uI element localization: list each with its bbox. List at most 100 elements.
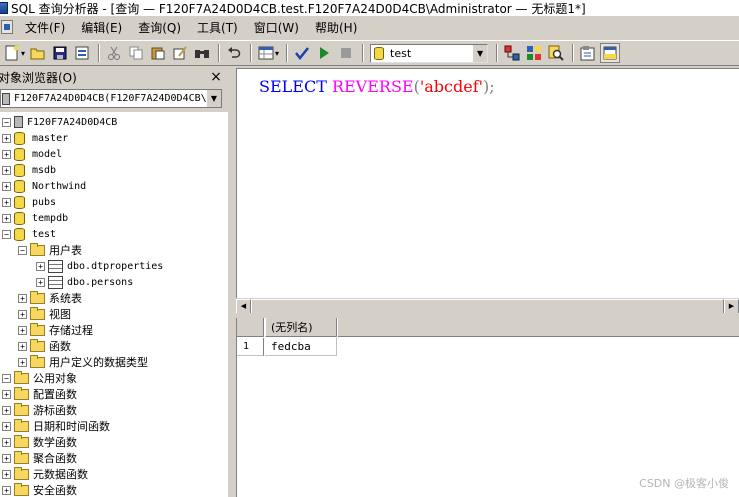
cut-icon[interactable] xyxy=(104,43,124,63)
server-icon xyxy=(14,116,23,128)
tree-server[interactable]: − F120F7A24D0D4CB xyxy=(2,114,117,130)
expand-icon[interactable]: + xyxy=(2,421,11,431)
result-cell[interactable]: fedcba xyxy=(265,338,337,356)
find-icon[interactable] xyxy=(192,43,212,63)
menu-query[interactable]: 查询(Q) xyxy=(130,19,189,36)
expand-icon[interactable]: + xyxy=(2,181,11,191)
menu-file[interactable]: 文件(F) xyxy=(17,19,73,36)
tree-table-dtproperties[interactable]: + dbo.dtproperties xyxy=(36,258,163,274)
expand-icon[interactable]: + xyxy=(2,453,11,463)
expand-icon[interactable]: + xyxy=(18,341,27,351)
menu-tools[interactable]: 工具(T) xyxy=(189,19,246,36)
menu-window[interactable]: 窗口(W) xyxy=(246,19,307,36)
chevron-down-icon[interactable]: ▼ xyxy=(207,90,221,107)
parse-icon[interactable] xyxy=(292,43,312,63)
expand-icon[interactable]: + xyxy=(18,309,27,319)
tree-folder-config-functions[interactable]: + 配置函数 xyxy=(2,386,77,402)
expand-icon[interactable]: + xyxy=(2,165,11,175)
expand-icon[interactable]: + xyxy=(18,293,27,303)
scrollbar-thumb[interactable] xyxy=(251,298,724,314)
results-grid[interactable]: (无列名) 1 fedcba xyxy=(236,318,739,497)
tree-folder-views[interactable]: + 视图 xyxy=(18,306,71,322)
object-search-icon[interactable] xyxy=(524,43,544,63)
results-mode-icon[interactable] xyxy=(256,43,276,63)
expand-icon[interactable]: + xyxy=(2,469,11,479)
collapse-icon[interactable]: − xyxy=(2,117,11,127)
column-header[interactable]: (无列名) xyxy=(265,318,337,337)
object-browser-icon[interactable] xyxy=(502,43,522,63)
paste-icon[interactable] xyxy=(148,43,168,63)
new-query-dropdown-icon[interactable]: ▾ xyxy=(21,49,25,58)
tree-db-tempdb[interactable]: + tempdb xyxy=(2,210,68,226)
menu-help[interactable]: 帮助(H) xyxy=(307,19,365,36)
open-icon[interactable] xyxy=(28,43,48,63)
tree-folder-aggregate-functions[interactable]: + 聚合函数 xyxy=(2,450,77,466)
document-menu-icon[interactable] xyxy=(1,20,13,34)
tree-db-test[interactable]: − test xyxy=(2,226,56,242)
tree-db-model[interactable]: + model xyxy=(2,146,62,162)
undo-icon[interactable] xyxy=(224,43,244,63)
expand-icon[interactable]: + xyxy=(2,197,11,207)
stop-icon[interactable] xyxy=(336,43,356,63)
tree-folder-metadata-functions[interactable]: + 元数据函数 xyxy=(2,466,88,482)
menu-edit[interactable]: 编辑(E) xyxy=(73,19,130,36)
expand-icon[interactable]: + xyxy=(18,357,27,367)
scroll-right-icon[interactable]: ▶ xyxy=(724,298,739,314)
scroll-left-icon[interactable]: ◀ xyxy=(236,298,251,314)
row-number[interactable]: 1 xyxy=(237,338,264,356)
tree-folder-label: 视图 xyxy=(49,308,71,321)
clear-icon[interactable] xyxy=(170,43,190,63)
expand-icon[interactable]: + xyxy=(2,405,11,415)
tree-db-label: msdb xyxy=(32,164,57,176)
tree-folder-datetime-functions[interactable]: + 日期和时间函数 xyxy=(2,418,110,434)
tree-folder-stored-procedures[interactable]: + 存储过程 xyxy=(18,322,93,338)
tree-folder-user-types[interactable]: + 用户定义的数据类型 xyxy=(18,354,148,370)
server-select[interactable]: F120F7A24D0D4CB(F120F7A24D0D4CB\ ▼ xyxy=(0,89,222,108)
results-mode-dropdown-icon[interactable]: ▾ xyxy=(275,49,279,58)
results-pane-icon[interactable] xyxy=(600,43,621,63)
tree-folder-common-objects[interactable]: − 公用对象 xyxy=(2,370,77,386)
grid-corner[interactable] xyxy=(237,318,264,337)
collapse-icon[interactable]: − xyxy=(2,229,11,239)
expand-icon[interactable]: + xyxy=(36,277,45,287)
expand-icon[interactable]: + xyxy=(2,389,11,399)
close-icon[interactable]: × xyxy=(209,69,223,85)
tree-folder-cursor-functions[interactable]: + 游标函数 xyxy=(2,402,77,418)
tree-db-msdb[interactable]: + msdb xyxy=(2,162,56,178)
tree-folder-user-tables[interactable]: − 用户表 xyxy=(18,242,82,258)
sql-string-literal: 'abcdef' xyxy=(419,77,484,96)
expand-icon[interactable]: + xyxy=(2,437,11,447)
execute-icon[interactable] xyxy=(314,43,334,63)
tree-folder-security-functions[interactable]: + 安全函数 xyxy=(2,482,77,497)
app-icon xyxy=(0,2,8,14)
save-icon[interactable] xyxy=(50,43,70,63)
object-tree: − F120F7A24D0D4CB + master + model + msd… xyxy=(0,112,228,497)
search-icon[interactable] xyxy=(546,43,566,63)
title-bar: SQL 查询分析器 - [查询 — F120F7A24D0D4CB.test.F… xyxy=(0,0,739,16)
collapse-icon[interactable]: − xyxy=(18,245,27,255)
insert-template-icon[interactable] xyxy=(72,43,92,63)
chevron-down-icon[interactable]: ▼ xyxy=(472,44,488,62)
query-editor[interactable]: SELECT REVERSE('abcdef'); xyxy=(236,68,739,298)
expand-icon[interactable]: + xyxy=(2,149,11,159)
expand-icon[interactable]: + xyxy=(36,261,45,271)
folder-icon xyxy=(30,354,45,368)
tree-folder-functions[interactable]: + 函数 xyxy=(18,338,71,354)
vertical-splitter[interactable] xyxy=(228,68,236,497)
editor-horizontal-scrollbar[interactable]: ◀ ▶ xyxy=(236,298,739,314)
new-query-icon[interactable] xyxy=(2,43,22,63)
database-select[interactable]: test ▼ xyxy=(370,43,489,63)
expand-icon[interactable]: + xyxy=(18,325,27,335)
expand-icon[interactable]: + xyxy=(2,485,11,495)
tree-db-northwind[interactable]: + Northwind xyxy=(2,178,86,194)
properties-icon[interactable] xyxy=(578,43,598,63)
expand-icon[interactable]: + xyxy=(2,213,11,223)
collapse-icon[interactable]: − xyxy=(2,373,11,383)
tree-table-persons[interactable]: + dbo.persons xyxy=(36,274,133,290)
tree-folder-math-functions[interactable]: + 数学函数 xyxy=(2,434,77,450)
copy-icon[interactable] xyxy=(126,43,146,63)
tree-db-pubs[interactable]: + pubs xyxy=(2,194,56,210)
tree-db-master[interactable]: + master xyxy=(2,130,68,146)
expand-icon[interactable]: + xyxy=(2,133,11,143)
tree-folder-system-tables[interactable]: + 系统表 xyxy=(18,290,82,306)
